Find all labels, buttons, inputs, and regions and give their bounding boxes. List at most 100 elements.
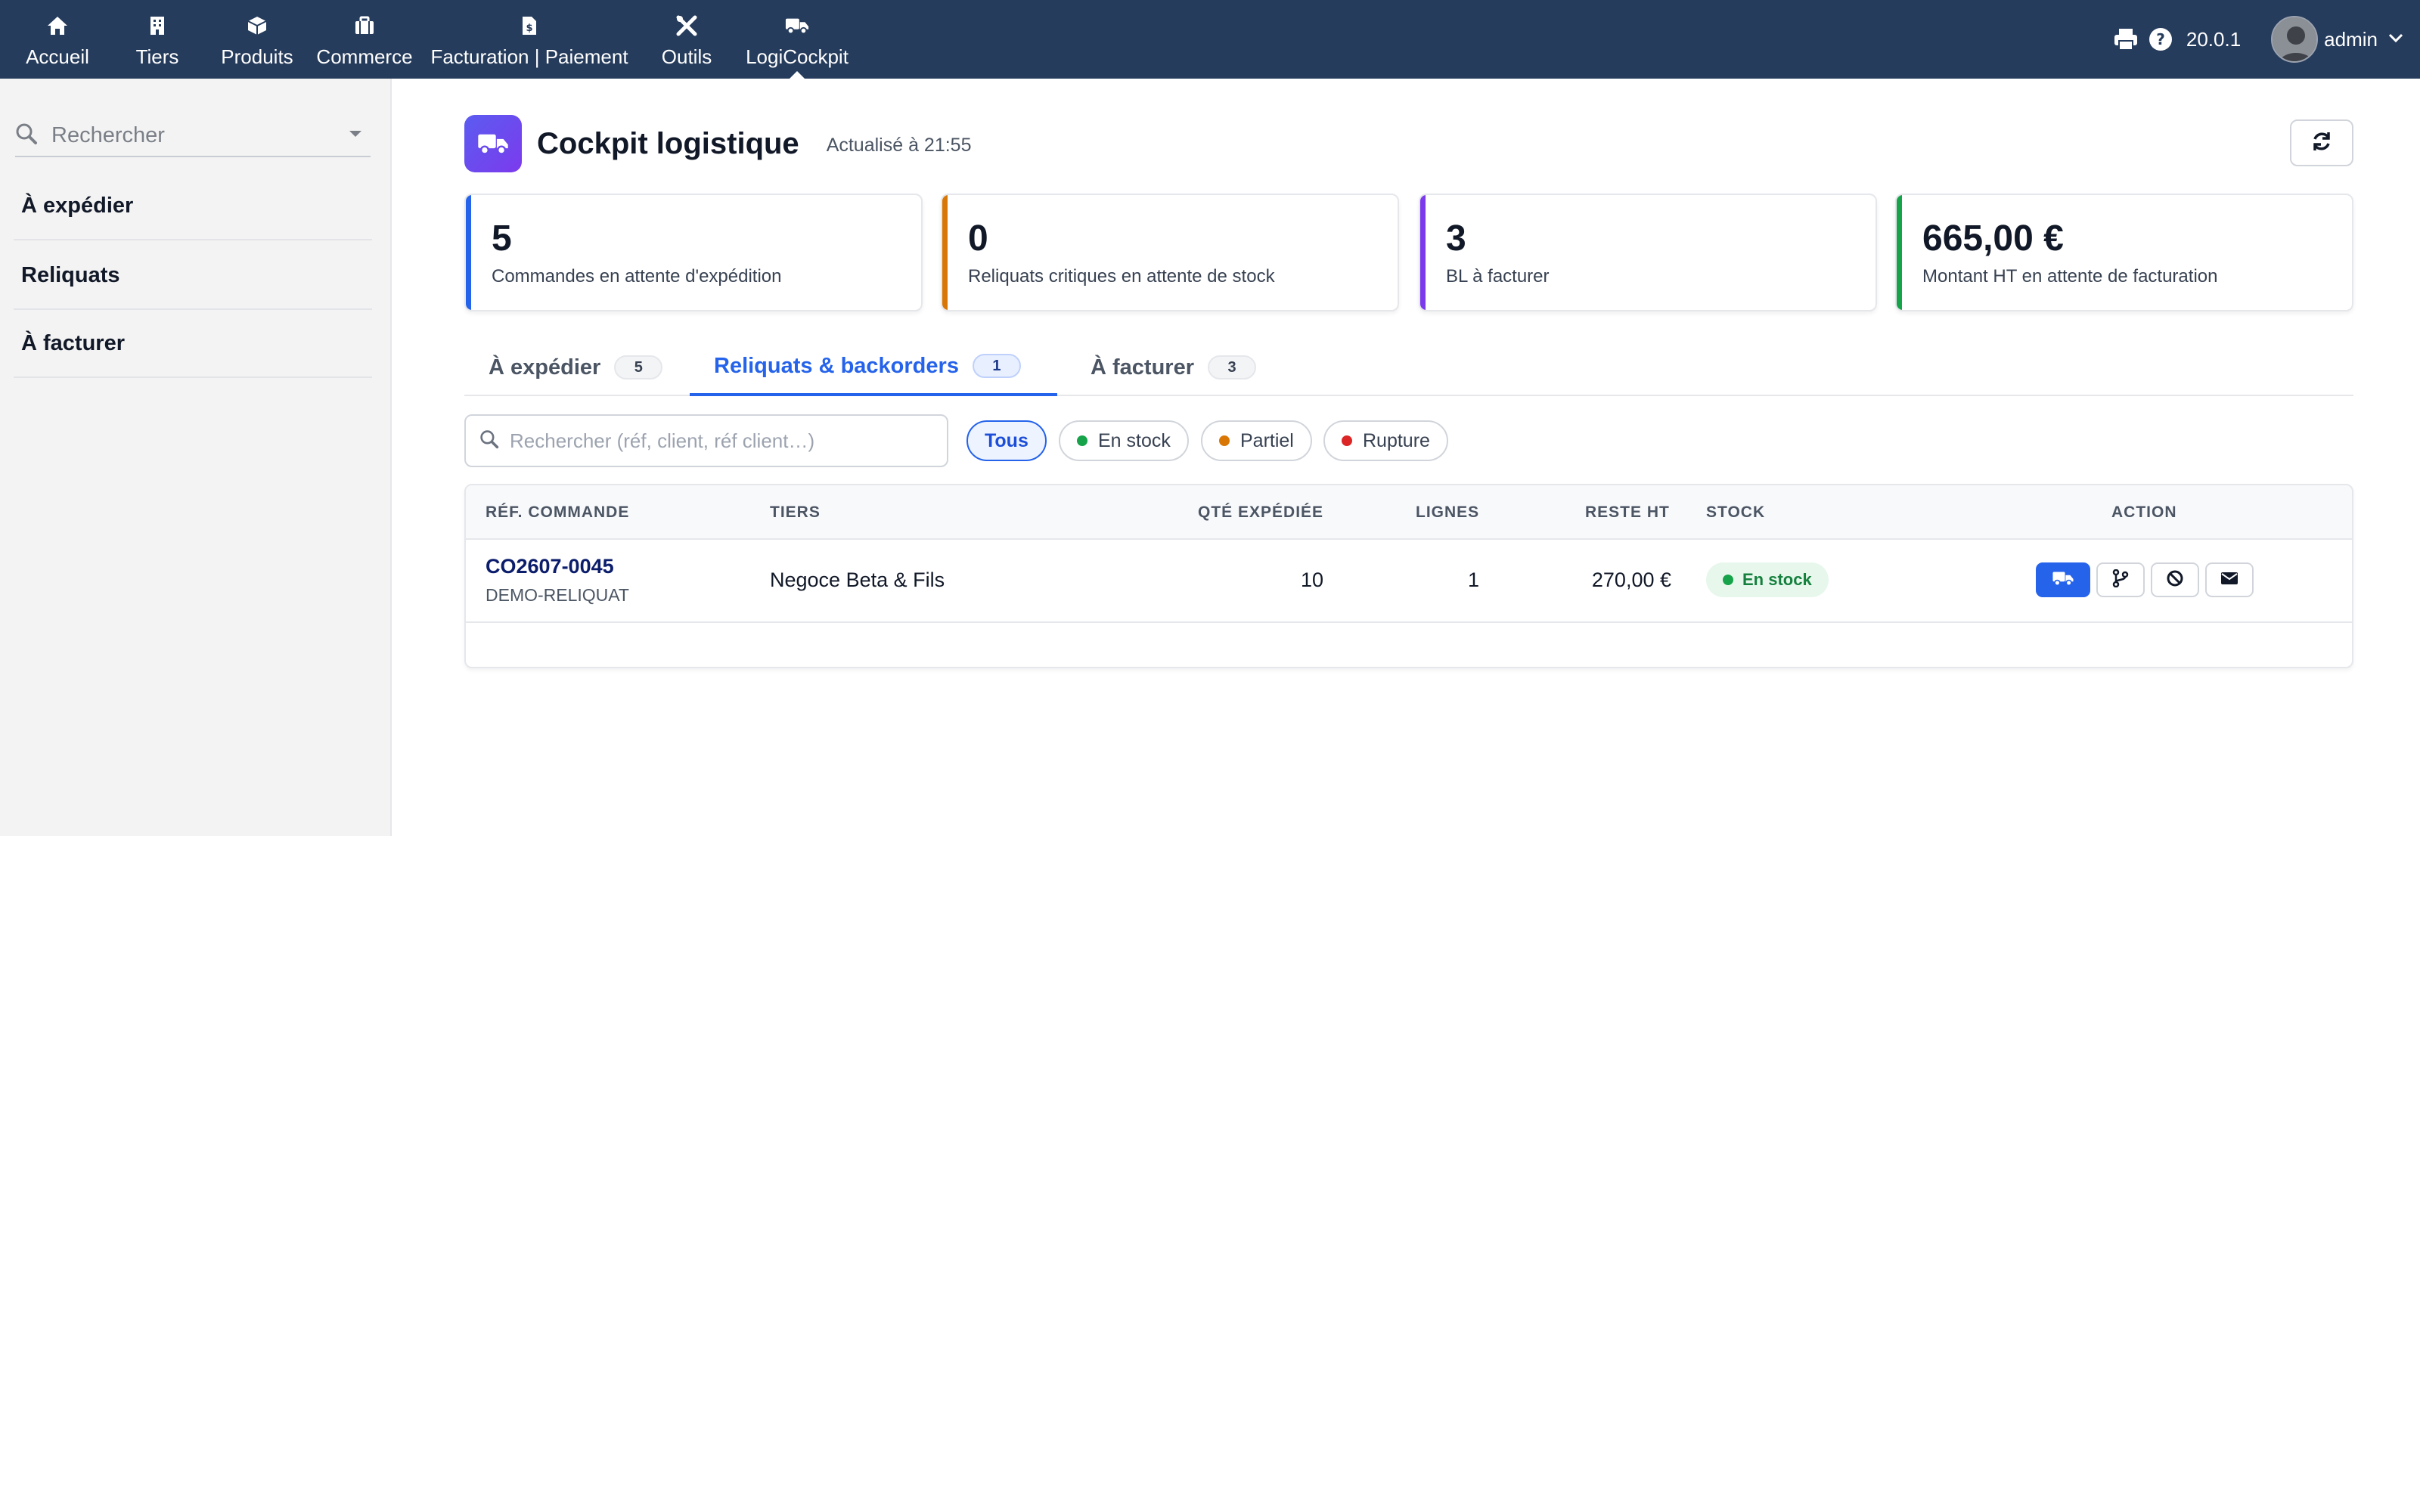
help-icon[interactable]: ? bbox=[2145, 24, 2176, 54]
avatar[interactable] bbox=[2271, 16, 2319, 63]
caret-down-icon[interactable] bbox=[348, 129, 363, 142]
kpi-card-backorders: 0 Reliquats critiques en attente de stoc… bbox=[941, 194, 1399, 311]
chevron-down-icon[interactable] bbox=[2388, 33, 2403, 47]
tab-label: À facturer bbox=[1091, 355, 1194, 380]
remaining-ht: 270,00 € bbox=[1591, 569, 1671, 591]
tab-a-expedier[interactable]: À expédier 5 bbox=[464, 339, 687, 396]
nav-label: Produits bbox=[221, 45, 293, 68]
column-header: STOCK bbox=[1706, 503, 1766, 521]
stock-label: En stock bbox=[1742, 570, 1812, 589]
kpi-value: 0 bbox=[968, 218, 988, 259]
kpi-card-shipping: 5 Commandes en attente d'expédition bbox=[464, 194, 923, 311]
qty-shipped: 10 bbox=[1300, 569, 1323, 591]
column-header: TIERS bbox=[770, 503, 821, 521]
nav-item-commerce[interactable]: Commerce bbox=[313, 0, 416, 79]
tab-a-facturer[interactable]: À facturer 3 bbox=[1066, 339, 1280, 396]
kpi-label: BL à facturer bbox=[1446, 266, 1550, 287]
user-name[interactable]: admin bbox=[2324, 28, 2378, 51]
tab-reliquats[interactable]: Reliquats & backorders 1 bbox=[690, 339, 1057, 396]
sidebar-item-reliquats[interactable]: Reliquats bbox=[14, 242, 372, 310]
column-header: LIGNES bbox=[1416, 503, 1480, 521]
code-branch-icon bbox=[2112, 569, 2129, 591]
column-header: RÉF. COMMANDE bbox=[486, 503, 630, 521]
lines-count: 1 bbox=[1467, 569, 1479, 591]
sidebar: Rechercher À expédier Reliquats À factur… bbox=[0, 79, 392, 836]
print-icon[interactable] bbox=[2111, 24, 2141, 54]
page-title: Cockpit logistique bbox=[537, 126, 799, 160]
sidebar-item-a-expedier[interactable]: À expédier bbox=[14, 172, 372, 240]
tools-icon bbox=[675, 14, 699, 38]
refresh-button[interactable] bbox=[2290, 119, 2353, 166]
email-button[interactable] bbox=[2205, 562, 2254, 597]
tab-label: À expédier bbox=[489, 355, 601, 380]
kpi-label: Montant HT en attente de facturation bbox=[1922, 266, 2218, 287]
kpi-accent-bar bbox=[1897, 195, 1902, 310]
kpi-accent-bar bbox=[942, 195, 948, 310]
nav-label: Tiers bbox=[135, 45, 179, 68]
backorders-table: RÉF. COMMANDE TIERS QTÉ EXPÉDIÉE LIGNES … bbox=[464, 484, 2353, 668]
status-dot bbox=[1077, 435, 1087, 446]
truck-icon bbox=[464, 115, 522, 172]
customer-ref: DEMO-RELIQUAT bbox=[486, 585, 629, 605]
nav-label: Accueil bbox=[26, 45, 89, 68]
tab-count-badge: 3 bbox=[1208, 355, 1256, 380]
tab-label: Reliquats & backorders bbox=[714, 353, 959, 378]
status-dot bbox=[1723, 575, 1733, 585]
filter-chip-en-stock[interactable]: En stock bbox=[1059, 420, 1189, 461]
kpi-label: Commandes en attente d'expédition bbox=[492, 266, 782, 287]
truck-icon bbox=[785, 14, 809, 38]
truck-icon bbox=[2052, 570, 2074, 590]
nav-item-outils[interactable]: Outils bbox=[652, 0, 721, 79]
chip-label: Rupture bbox=[1363, 429, 1430, 451]
column-header: RESTE HT bbox=[1585, 503, 1670, 521]
nav-item-logicockpit[interactable]: LogiCockpit bbox=[738, 0, 856, 79]
ban-icon bbox=[2166, 569, 2184, 591]
page-header: Cockpit logistique Actualisé à 21:55 bbox=[464, 115, 971, 172]
nav-label: Facturation | Paiement bbox=[430, 45, 628, 68]
tiers-name: Negoce Beta & Fils bbox=[770, 569, 945, 591]
table-search[interactable] bbox=[464, 414, 948, 467]
tab-count-badge: 5 bbox=[614, 355, 663, 380]
cube-icon bbox=[245, 14, 269, 38]
kpi-value: 665,00 € bbox=[1922, 218, 2064, 259]
nav-label: Outils bbox=[661, 45, 712, 68]
tab-bar: À expédier 5 Reliquats & backorders 1 À … bbox=[464, 339, 2353, 396]
status-dot bbox=[1219, 435, 1230, 446]
invoice-icon: $ bbox=[517, 14, 541, 38]
status-dot bbox=[1342, 435, 1352, 446]
version-label: 20.0.1 bbox=[2186, 27, 2242, 51]
column-header: QTÉ EXPÉDIÉE bbox=[1198, 503, 1324, 521]
filter-chip-tous[interactable]: Tous bbox=[966, 420, 1047, 461]
search-icon bbox=[15, 122, 38, 149]
tab-count-badge: 1 bbox=[972, 354, 1021, 378]
table-search-input[interactable] bbox=[510, 429, 933, 453]
search-icon bbox=[479, 429, 499, 453]
split-button[interactable] bbox=[2096, 562, 2145, 597]
nav-item-produits[interactable]: Produits bbox=[212, 0, 302, 79]
table-row[interactable]: CO2607-0045 DEMO-RELIQUAT Negoce Beta & … bbox=[466, 540, 2352, 623]
updated-timestamp: Actualisé à 21:55 bbox=[826, 134, 972, 156]
kpi-label: Reliquats critiques en attente de stock bbox=[968, 266, 1275, 287]
sidebar-search-placeholder: Rechercher bbox=[51, 122, 165, 147]
order-ref-link[interactable]: CO2607-0045 bbox=[486, 555, 614, 578]
building-icon bbox=[145, 14, 169, 38]
nav-label: Commerce bbox=[316, 45, 413, 68]
nav-item-tiers[interactable]: Tiers bbox=[121, 0, 194, 79]
kpi-accent-bar bbox=[1420, 195, 1426, 310]
nav-item-accueil[interactable]: Accueil bbox=[15, 0, 100, 79]
ship-button[interactable] bbox=[2036, 562, 2090, 597]
filter-chip-rupture[interactable]: Rupture bbox=[1323, 420, 1448, 461]
kpi-card-to-invoice: 3 BL à facturer bbox=[1419, 194, 1877, 311]
nav-label: LogiCockpit bbox=[746, 45, 849, 68]
sidebar-item-a-facturer[interactable]: À facturer bbox=[14, 310, 372, 378]
column-header: ACTION bbox=[2111, 503, 2177, 521]
filter-chip-partiel[interactable]: Partiel bbox=[1201, 420, 1312, 461]
cancel-backorder-button[interactable] bbox=[2151, 562, 2199, 597]
status-badge: En stock bbox=[1706, 562, 1829, 597]
kpi-value: 5 bbox=[492, 218, 512, 259]
refresh-icon bbox=[2310, 130, 2333, 156]
kpi-card-amount: 665,00 € Montant HT en attente de factur… bbox=[1895, 194, 2353, 311]
sidebar-search[interactable]: Rechercher bbox=[15, 115, 371, 157]
nav-item-facturation[interactable]: $ Facturation | Paiement bbox=[428, 0, 631, 79]
top-right-tools: ? 20.0.1 admin bbox=[2111, 0, 2420, 79]
